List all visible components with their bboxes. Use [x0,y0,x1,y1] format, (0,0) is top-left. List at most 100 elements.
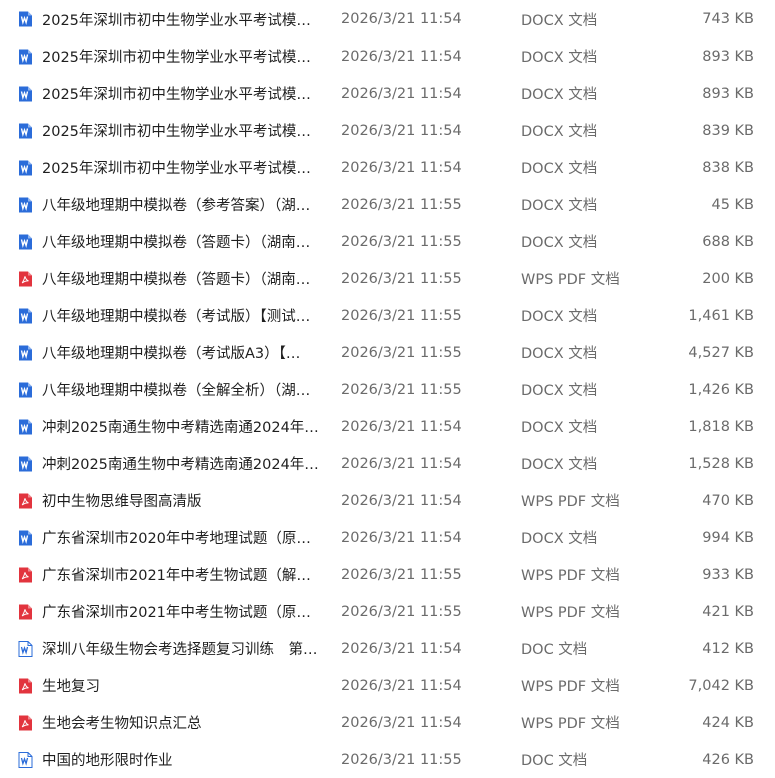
file-date-modified: 2026/3/21 11:55 [341,344,462,361]
file-name[interactable]: 2025年深圳市初中生物学业水平考试模… [42,9,328,30]
word-docx-icon [18,381,33,398]
file-type: DOCX 文档 [521,124,598,140]
file-row[interactable]: 初中生物思维导图高清版 2026/3/21 11:54 WPS PDF 文档 4… [0,482,775,519]
file-date-modified: 2026/3/21 11:54 [341,11,462,27]
file-row[interactable]: 八年级地理期中模拟卷（考试版）【测试… 2026/3/21 11:55 DOCX… [0,297,775,334]
file-size: 424 KB [702,714,754,731]
file-row[interactable]: 八年级地理期中模拟卷（答题卡）（湖南… 2026/3/21 11:55 WPS … [0,260,775,297]
file-name[interactable]: 八年级地理期中模拟卷（考试版A3）【… [42,342,328,363]
file-row[interactable]: 广东省深圳市2021年中考生物试题（解… 2026/3/21 11:55 WPS… [0,556,775,593]
file-row[interactable]: 八年级地理期中模拟卷（考试版A3）【… 2026/3/21 11:55 DOCX… [0,334,775,371]
file-name[interactable]: 生地复习 [42,675,328,696]
file-date-modified: 2026/3/21 11:55 [341,566,462,583]
file-row[interactable]: 广东省深圳市2021年中考生物试题（原… 2026/3/21 11:55 WPS… [0,593,775,630]
file-name[interactable]: 2025年深圳市初中生物学业水平考试模… [42,120,328,141]
word-docx-icon [18,159,33,176]
file-name[interactable]: 八年级地理期中模拟卷（全解全析）（湖… [42,379,328,400]
file-name[interactable]: 生地会考生物知识点汇总 [42,712,328,733]
file-size: 838 KB [702,159,754,176]
word-docx-icon [18,11,33,28]
file-row[interactable]: 冲刺2025南通生物中考精选南通2024年… 2026/3/21 11:54 D… [0,408,775,445]
file-type: DOCX 文档 [521,383,598,399]
file-name[interactable]: 八年级地理期中模拟卷（答题卡）（湖南… [42,268,328,289]
file-type: DOCX 文档 [521,531,598,547]
file-date-modified: 2026/3/21 11:54 [341,122,462,139]
pdf-icon [18,270,33,287]
file-type: DOCX 文档 [521,235,598,251]
file-name[interactable]: 冲刺2025南通生物中考精选南通2024年… [42,416,328,437]
file-size: 4,527 KB [688,344,754,361]
file-size: 421 KB [702,603,754,620]
file-row[interactable]: 八年级地理期中模拟卷（答题卡）（湖南… 2026/3/21 11:55 DOCX… [0,223,775,260]
file-row[interactable]: 2025年深圳市初中生物学业水平考试模… 2026/3/21 11:54 DOC… [0,38,775,75]
file-type: DOCX 文档 [521,87,598,103]
file-row[interactable]: 2025年深圳市初中生物学业水平考试模… 2026/3/21 11:54 DOC… [0,112,775,149]
file-name[interactable]: 2025年深圳市初中生物学业水平考试模… [42,157,328,178]
file-size: 893 KB [702,48,754,65]
file-size: 1,426 KB [688,381,754,398]
file-size: 933 KB [702,566,754,583]
file-name[interactable]: 冲刺2025南通生物中考精选南通2024年… [42,453,328,474]
file-row[interactable]: 深圳八年级生物会考选择题复习训练 第… 2026/3/21 11:54 DOC … [0,630,775,667]
file-type: WPS PDF 文档 [521,679,620,695]
file-row[interactable]: 八年级地理期中模拟卷（全解全析）（湖… 2026/3/21 11:55 DOCX… [0,371,775,408]
pdf-icon [18,677,33,694]
file-row[interactable]: 2025年深圳市初中生物学业水平考试模… 2026/3/21 11:54 DOC… [0,75,775,112]
pdf-icon [18,603,33,620]
file-type: DOC 文档 [521,753,588,769]
word-docx-icon [18,344,33,361]
pdf-icon [18,714,33,731]
word-doc-icon [18,751,33,768]
file-name[interactable]: 八年级地理期中模拟卷（考试版）【测试… [42,305,328,326]
file-name[interactable]: 广东省深圳市2020年中考地理试题（原… [42,527,328,548]
word-docx-icon [18,122,33,139]
file-name[interactable]: 2025年深圳市初中生物学业水平考试模… [42,46,328,67]
file-row[interactable]: 广东省深圳市2020年中考地理试题（原… 2026/3/21 11:54 DOC… [0,519,775,556]
file-name[interactable]: 广东省深圳市2021年中考生物试题（解… [42,564,328,585]
file-size: 1,461 KB [688,307,754,324]
file-row[interactable]: 中国的地形限时作业 2026/3/21 11:55 DOC 文档 426 KB [0,741,775,778]
file-name[interactable]: 初中生物思维导图高清版 [42,490,328,511]
word-docx-icon [18,196,33,213]
file-row[interactable]: 生地会考生物知识点汇总 2026/3/21 11:54 WPS PDF 文档 4… [0,704,775,741]
file-size: 7,042 KB [688,677,754,694]
word-docx-icon [18,418,33,435]
file-row[interactable]: 2025年深圳市初中生物学业水平考试模… 2026/3/21 11:54 DOC… [0,149,775,186]
file-name[interactable]: 中国的地形限时作业 [42,749,328,770]
file-name[interactable]: 2025年深圳市初中生物学业水平考试模… [42,83,328,104]
file-date-modified: 2026/3/21 11:54 [341,492,462,509]
file-row[interactable]: 生地复习 2026/3/21 11:54 WPS PDF 文档 7,042 KB [0,667,775,704]
file-date-modified: 2026/3/21 11:55 [341,307,462,324]
file-date-modified: 2026/3/21 11:55 [341,270,462,287]
file-size: 412 KB [702,640,754,657]
file-row[interactable]: 2025年深圳市初中生物学业水平考试模… 2026/3/21 11:54 DOC… [0,0,775,38]
file-date-modified: 2026/3/21 11:55 [341,233,462,250]
file-name[interactable]: 八年级地理期中模拟卷（答题卡）（湖南… [42,231,328,252]
file-size: 470 KB [702,492,754,509]
file-size: 426 KB [702,751,754,768]
word-docx-icon [18,307,33,324]
file-date-modified: 2026/3/21 11:54 [341,85,462,102]
file-name[interactable]: 广东省深圳市2021年中考生物试题（原… [42,601,328,622]
pdf-icon [18,492,33,509]
file-date-modified: 2026/3/21 11:54 [341,48,462,65]
file-date-modified: 2026/3/21 11:55 [341,381,462,398]
file-name[interactable]: 深圳八年级生物会考选择题复习训练 第… [42,638,328,659]
file-list: 2025年深圳市初中生物学业水平考试模… 2026/3/21 11:54 DOC… [0,0,775,778]
file-size: 688 KB [702,233,754,250]
file-type: WPS PDF 文档 [521,605,620,621]
file-row[interactable]: 冲刺2025南通生物中考精选南通2024年… 2026/3/21 11:54 D… [0,445,775,482]
word-docx-icon [18,233,33,250]
file-size: 1,818 KB [688,418,754,435]
file-size: 994 KB [702,529,754,546]
file-name[interactable]: 八年级地理期中模拟卷（参考答案）（湖… [42,194,328,215]
file-type: WPS PDF 文档 [521,716,620,732]
file-date-modified: 2026/3/21 11:54 [341,677,462,694]
word-doc-icon [18,640,33,657]
file-type: DOCX 文档 [521,50,598,66]
file-size: 743 KB [702,11,754,27]
file-type: DOCX 文档 [521,420,598,436]
file-type: WPS PDF 文档 [521,494,620,510]
file-type: DOCX 文档 [521,309,598,325]
file-row[interactable]: 八年级地理期中模拟卷（参考答案）（湖… 2026/3/21 11:55 DOCX… [0,186,775,223]
